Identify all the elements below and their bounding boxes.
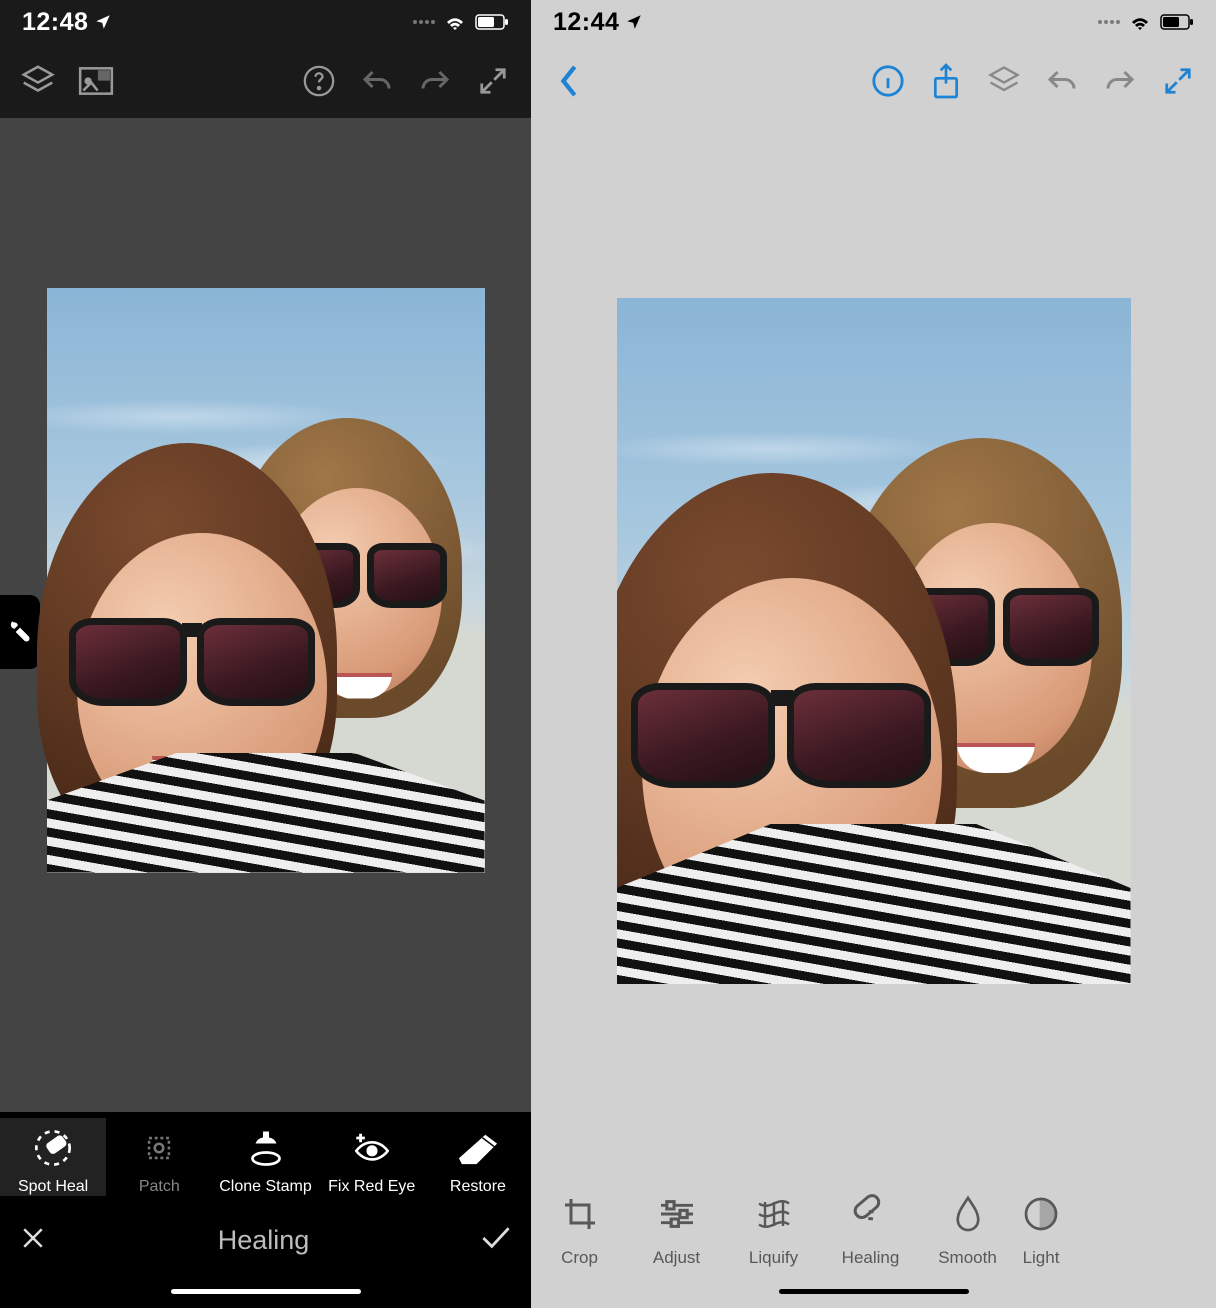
battery-icon [475,14,509,30]
tool-smooth[interactable]: Smooth [919,1194,1016,1268]
right-pane: 12:44 [531,0,1216,1308]
tool-label: Adjust [653,1248,700,1268]
mode-title: Healing [48,1225,479,1256]
back-button[interactable] [549,61,589,101]
photo[interactable] [617,298,1131,984]
status-bar: 12:48 [0,0,531,44]
top-toolbar [0,44,531,118]
location-icon [625,13,643,31]
tool-fix-red-eye[interactable]: Fix Red Eye [319,1118,425,1196]
redo-icon[interactable] [1100,61,1140,101]
wifi-icon [443,13,467,31]
info-icon[interactable] [868,61,908,101]
tool-label: Healing [842,1248,900,1268]
main-tool-row: Crop Adjust Liquify Healing Smooth Light [531,1164,1216,1274]
fullscreen-icon[interactable] [473,61,513,101]
status-bar: 12:44 [531,0,1216,44]
tool-healing[interactable]: Healing [822,1194,919,1268]
mode-row: Healing [0,1206,531,1274]
wifi-icon [1128,13,1152,31]
top-toolbar [531,44,1216,118]
canvas-area[interactable] [0,118,531,1112]
left-pane: 12:48 [0,0,531,1308]
tool-label: Crop [561,1248,598,1268]
photo[interactable] [47,288,485,873]
tool-crop[interactable]: Crop [531,1194,628,1268]
brush-tool-tab[interactable] [0,595,40,669]
tool-label: Light [1023,1248,1060,1268]
tool-adjust[interactable]: Adjust [628,1194,725,1268]
help-icon[interactable] [299,61,339,101]
home-indicator[interactable] [0,1274,531,1308]
tool-label: Liquify [749,1248,798,1268]
tool-label: Restore [450,1178,506,1196]
fullscreen-icon[interactable] [1158,61,1198,101]
tool-label: Smooth [938,1248,997,1268]
status-time: 12:48 [22,8,112,37]
tool-liquify[interactable]: Liquify [725,1194,822,1268]
healing-tool-row: Spot Heal Patch Clone Stamp Fix Red Eye … [0,1112,531,1206]
tool-label: Fix Red Eye [328,1178,415,1196]
before-after-icon[interactable] [76,61,116,101]
tool-light[interactable]: Light [1016,1194,1066,1268]
home-indicator[interactable] [531,1274,1216,1308]
layers-icon[interactable] [18,61,58,101]
redo-icon[interactable] [415,61,455,101]
tool-restore[interactable]: Restore [425,1118,531,1196]
time-text: 12:44 [553,8,619,37]
tool-patch[interactable]: Patch [106,1118,212,1196]
layers-icon[interactable] [984,61,1024,101]
undo-icon[interactable] [1042,61,1082,101]
cellular-dots-icon [413,20,435,24]
location-icon [94,13,112,31]
confirm-button[interactable] [479,1224,513,1257]
bottom-panel: Spot Heal Patch Clone Stamp Fix Red Eye … [0,1112,531,1308]
cancel-button[interactable] [18,1223,48,1258]
tool-label: Spot Heal [18,1178,88,1196]
tool-clone-stamp[interactable]: Clone Stamp [212,1118,318,1196]
tool-label: Patch [139,1178,180,1196]
canvas-area[interactable] [531,118,1216,1164]
status-time: 12:44 [553,8,643,37]
cellular-dots-icon [1098,20,1120,24]
time-text: 12:48 [22,8,88,37]
undo-icon[interactable] [357,61,397,101]
share-icon[interactable] [926,61,966,101]
tool-spot-heal[interactable]: Spot Heal [0,1118,106,1196]
battery-icon [1160,14,1194,30]
tool-label: Clone Stamp [219,1178,312,1196]
